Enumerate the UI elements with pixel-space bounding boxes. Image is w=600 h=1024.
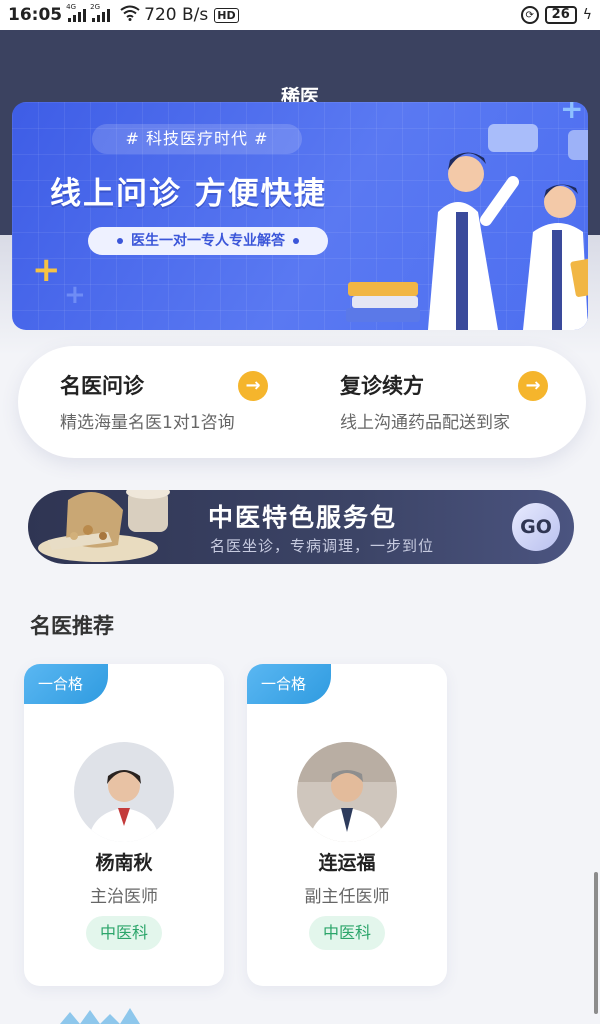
scrollbar[interactable] (594, 872, 598, 1014)
department-tag: 中医科 (309, 916, 385, 950)
service-refill[interactable]: 复诊续方 → 线上沟通药品配送到家 (340, 346, 600, 458)
promo-banner[interactable]: # 科技医疗时代 # 线上问诊 方便快捷 医生一对一专人专业解答 + + + (12, 102, 588, 330)
decoration-icon (60, 1008, 140, 1024)
doctor-title: 主治医师 (90, 887, 158, 907)
signal-icon: 4G (66, 3, 87, 22)
go-button[interactable]: GO (512, 503, 560, 551)
network-speed: 720 B/s (144, 5, 209, 25)
service-card: 名医问诊 → 精选海量名医1对1咨询 复诊续方 → 线上沟通药品配送到家 (18, 346, 586, 458)
herbs-illustration (38, 490, 170, 562)
doctor-card[interactable]: 一合格 杨南秋 主治医师 中医科 (24, 664, 224, 986)
doctors-illustration (346, 124, 588, 330)
banner-pill-text: 医生一对一专人专业解答 (131, 233, 285, 249)
rotation-lock-icon: ⟳ (520, 6, 539, 24)
banner-tagline: # 科技医疗时代 # (92, 124, 302, 154)
status-time: 16:05 (8, 5, 63, 25)
department-tag: 中医科 (86, 916, 162, 950)
plus-icon: + (32, 250, 61, 290)
arrow-right-icon[interactable]: → (238, 371, 268, 401)
service-subtitle: 精选海量名医1对1咨询 (60, 413, 235, 433)
tcm-title: 中医特色服务包 (208, 503, 398, 532)
tcm-subtitle: 名医坐诊，专病调理，一步到位 (210, 537, 435, 555)
section-title: 名医推荐 (30, 614, 114, 638)
doctor-name: 连运福 (318, 852, 376, 874)
doctor-avatar (297, 742, 397, 842)
doctor-badge: 一合格 (247, 664, 331, 704)
service-title: 名医问诊 (60, 374, 144, 398)
service-title: 复诊续方 (340, 374, 424, 398)
plus-icon: + (64, 280, 86, 310)
hd-icon: HD (214, 7, 239, 23)
service-subtitle: 线上沟通药品配送到家 (340, 413, 510, 433)
tcm-service-banner[interactable]: 中医特色服务包 名医坐诊，专病调理，一步到位 GO (28, 490, 574, 564)
arrow-right-icon[interactable]: → (518, 371, 548, 401)
doctor-title: 副主任医师 (304, 887, 390, 907)
doctor-card[interactable]: 一合格 连运福 副主任医师 中医科 (247, 664, 447, 986)
wifi-icon (120, 5, 140, 26)
signal-icon-2: 2G (90, 3, 111, 22)
doctor-name: 杨南秋 (95, 852, 153, 874)
status-bar: 16:05 4G 2G 720 B/s HD ⟳ 26 ϟ (0, 0, 600, 30)
doctor-avatar (74, 742, 174, 842)
banner-headline: 线上问诊 方便快捷 (50, 176, 327, 212)
banner-pill: 医生一对一专人专业解答 (88, 227, 328, 255)
charging-icon: ϟ (582, 7, 592, 23)
service-famous-doctor[interactable]: 名医问诊 → 精选海量名医1对1咨询 (60, 346, 320, 458)
battery-icon: 26 (544, 6, 577, 24)
doctor-badge: 一合格 (24, 664, 108, 704)
